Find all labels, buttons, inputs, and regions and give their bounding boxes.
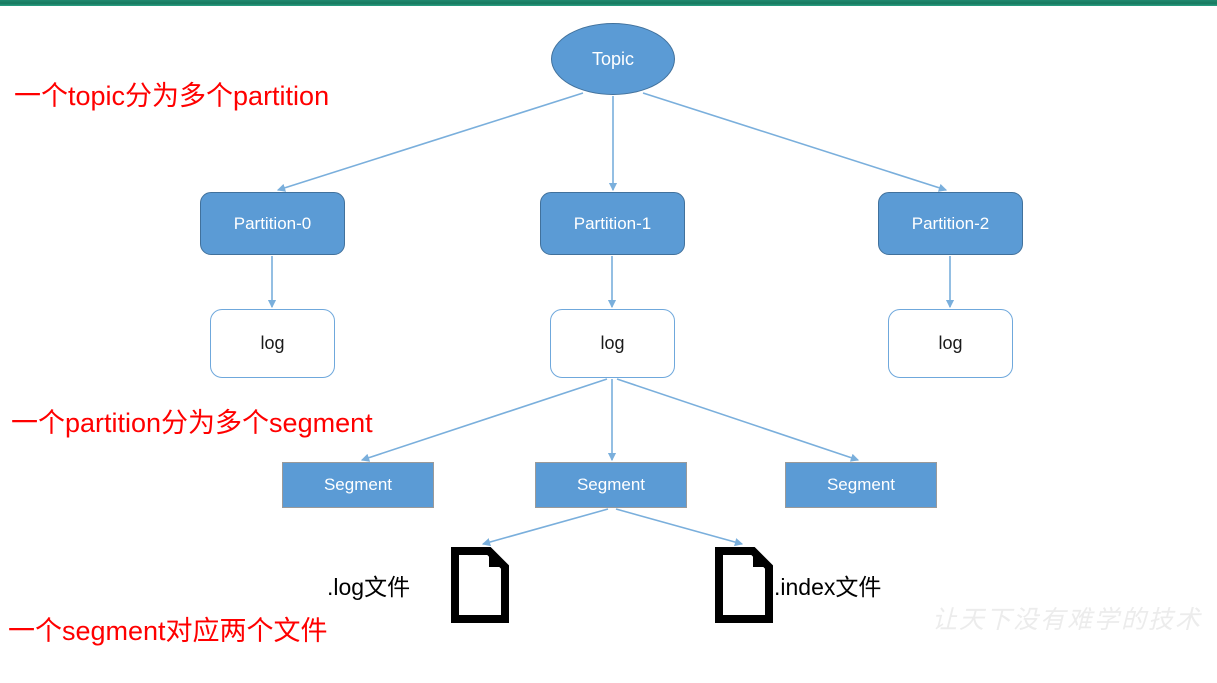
document-icon xyxy=(451,547,509,623)
node-partition-2[interactable]: Partition-2 xyxy=(878,192,1023,255)
annotation-topic-partition: 一个topic分为多个partition xyxy=(14,81,330,111)
log-file-label: .log文件 xyxy=(327,574,411,600)
node-segment-1[interactable]: Segment xyxy=(535,462,687,508)
edge-segment1-indexfile xyxy=(615,508,744,547)
node-topic-label: Topic xyxy=(591,48,635,69)
node-log-2-label: log xyxy=(938,333,963,353)
edge-segment1-logfile xyxy=(481,508,609,547)
node-log-1-label: log xyxy=(600,333,625,353)
node-segment-2[interactable]: Segment xyxy=(785,462,937,508)
node-partition-2-label: Partition-2 xyxy=(911,213,990,233)
diagram-canvas: Topic Partition-0 Partition-1 Partition-… xyxy=(0,0,1217,683)
node-log-1[interactable]: log xyxy=(550,309,675,378)
node-segment-0[interactable]: Segment xyxy=(282,462,434,508)
edge-log1-segment2 xyxy=(616,378,860,462)
top-accent-bar xyxy=(0,0,1217,6)
edge-topic-partition2 xyxy=(642,92,948,192)
edge-log1-segment0 xyxy=(360,378,608,462)
node-segment-1-label: Segment xyxy=(576,475,646,494)
node-log-0-label: log xyxy=(260,333,285,353)
index-file-label: .index文件 xyxy=(774,574,882,600)
node-partition-0[interactable]: Partition-0 xyxy=(200,192,345,255)
annotation-segment-files: 一个segment对应两个文件 xyxy=(8,616,328,646)
annotation-partition-segment: 一个partition分为多个segment xyxy=(11,408,373,438)
node-partition-1[interactable]: Partition-1 xyxy=(540,192,685,255)
watermark: 让天下没有难学的技术 xyxy=(932,605,1203,634)
document-icon xyxy=(715,547,773,623)
node-topic[interactable]: Topic xyxy=(551,23,675,95)
node-segment-2-label: Segment xyxy=(826,475,896,494)
node-partition-1-label: Partition-1 xyxy=(573,213,652,233)
node-segment-0-label: Segment xyxy=(323,475,393,494)
node-log-0[interactable]: log xyxy=(210,309,335,378)
node-log-2[interactable]: log xyxy=(888,309,1013,378)
node-partition-0-label: Partition-0 xyxy=(233,213,312,233)
